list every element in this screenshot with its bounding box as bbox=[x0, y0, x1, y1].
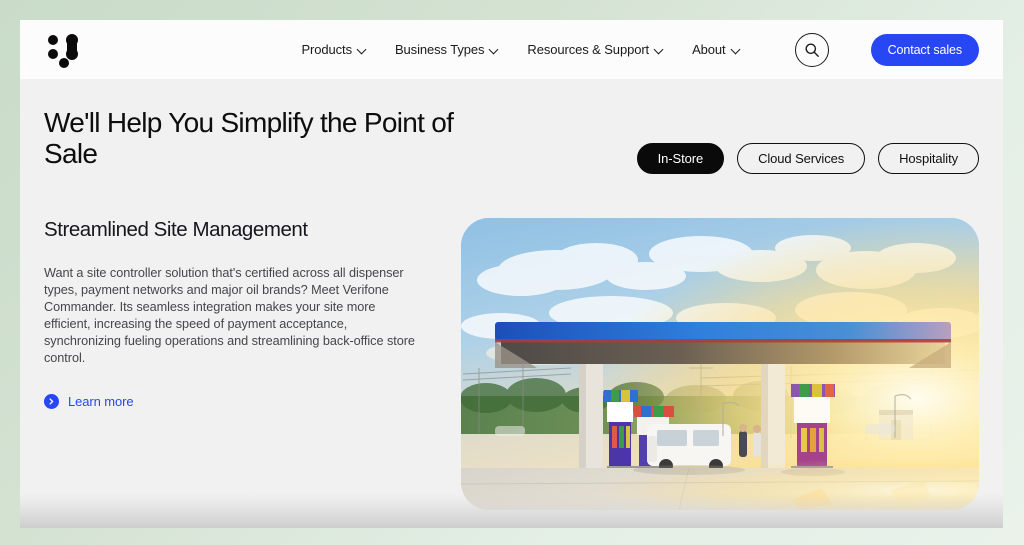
nav-item-resources-support[interactable]: Resources & Support bbox=[527, 42, 664, 57]
nav-item-about[interactable]: About bbox=[692, 42, 740, 57]
chevron-down-icon bbox=[358, 45, 367, 54]
tab-hospitality[interactable]: Hospitality bbox=[878, 143, 979, 174]
learn-more-link[interactable]: Learn more bbox=[44, 394, 134, 409]
tab-in-store[interactable]: In-Store bbox=[636, 143, 725, 174]
content-section: Streamlined Site Management Want a site … bbox=[20, 174, 1003, 510]
section-body-text: Want a site controller solution that's c… bbox=[44, 266, 415, 365]
nav-item-label: Business Types bbox=[394, 42, 485, 57]
search-icon bbox=[805, 43, 819, 57]
nav-item-label: About bbox=[692, 42, 726, 57]
contact-sales-button[interactable]: Contact sales bbox=[870, 33, 979, 66]
learn-more-label: Learn more bbox=[68, 394, 134, 409]
logo-dot bbox=[48, 48, 58, 59]
segment-tabs: In-Store Cloud Services Hospitality bbox=[636, 107, 979, 174]
nav-item-products[interactable]: Products bbox=[301, 42, 367, 57]
page-card: Products Business Types Resources & Supp… bbox=[20, 20, 1003, 528]
logo-bar bbox=[66, 33, 78, 60]
hero-section: We'll Help You Simplify the Point of Sal… bbox=[20, 79, 1003, 174]
chevron-down-icon bbox=[655, 45, 664, 54]
section-title: Streamlined Site Management bbox=[44, 218, 308, 241]
arrow-right-circle-icon bbox=[44, 394, 59, 409]
logo-dot bbox=[48, 34, 58, 45]
nav-item-label: Resources & Support bbox=[527, 42, 650, 57]
content-left-column: Streamlined Site Management Want a site … bbox=[44, 218, 444, 510]
chevron-down-icon bbox=[732, 45, 741, 54]
main-nav: Products Business Types Resources & Supp… bbox=[301, 32, 979, 67]
hero-image bbox=[461, 218, 979, 510]
search-button[interactable] bbox=[794, 32, 829, 67]
logo-dot bbox=[59, 57, 69, 68]
tab-cloud-services[interactable]: Cloud Services bbox=[737, 143, 866, 174]
site-header: Products Business Types Resources & Supp… bbox=[20, 20, 1003, 79]
nav-item-business-types[interactable]: Business Types bbox=[395, 42, 499, 57]
page-title: We'll Help You Simplify the Point of Sal… bbox=[44, 107, 454, 169]
nav-item-label: Products bbox=[301, 42, 352, 57]
verifone-logo[interactable] bbox=[46, 32, 82, 68]
chevron-down-icon bbox=[490, 45, 499, 54]
